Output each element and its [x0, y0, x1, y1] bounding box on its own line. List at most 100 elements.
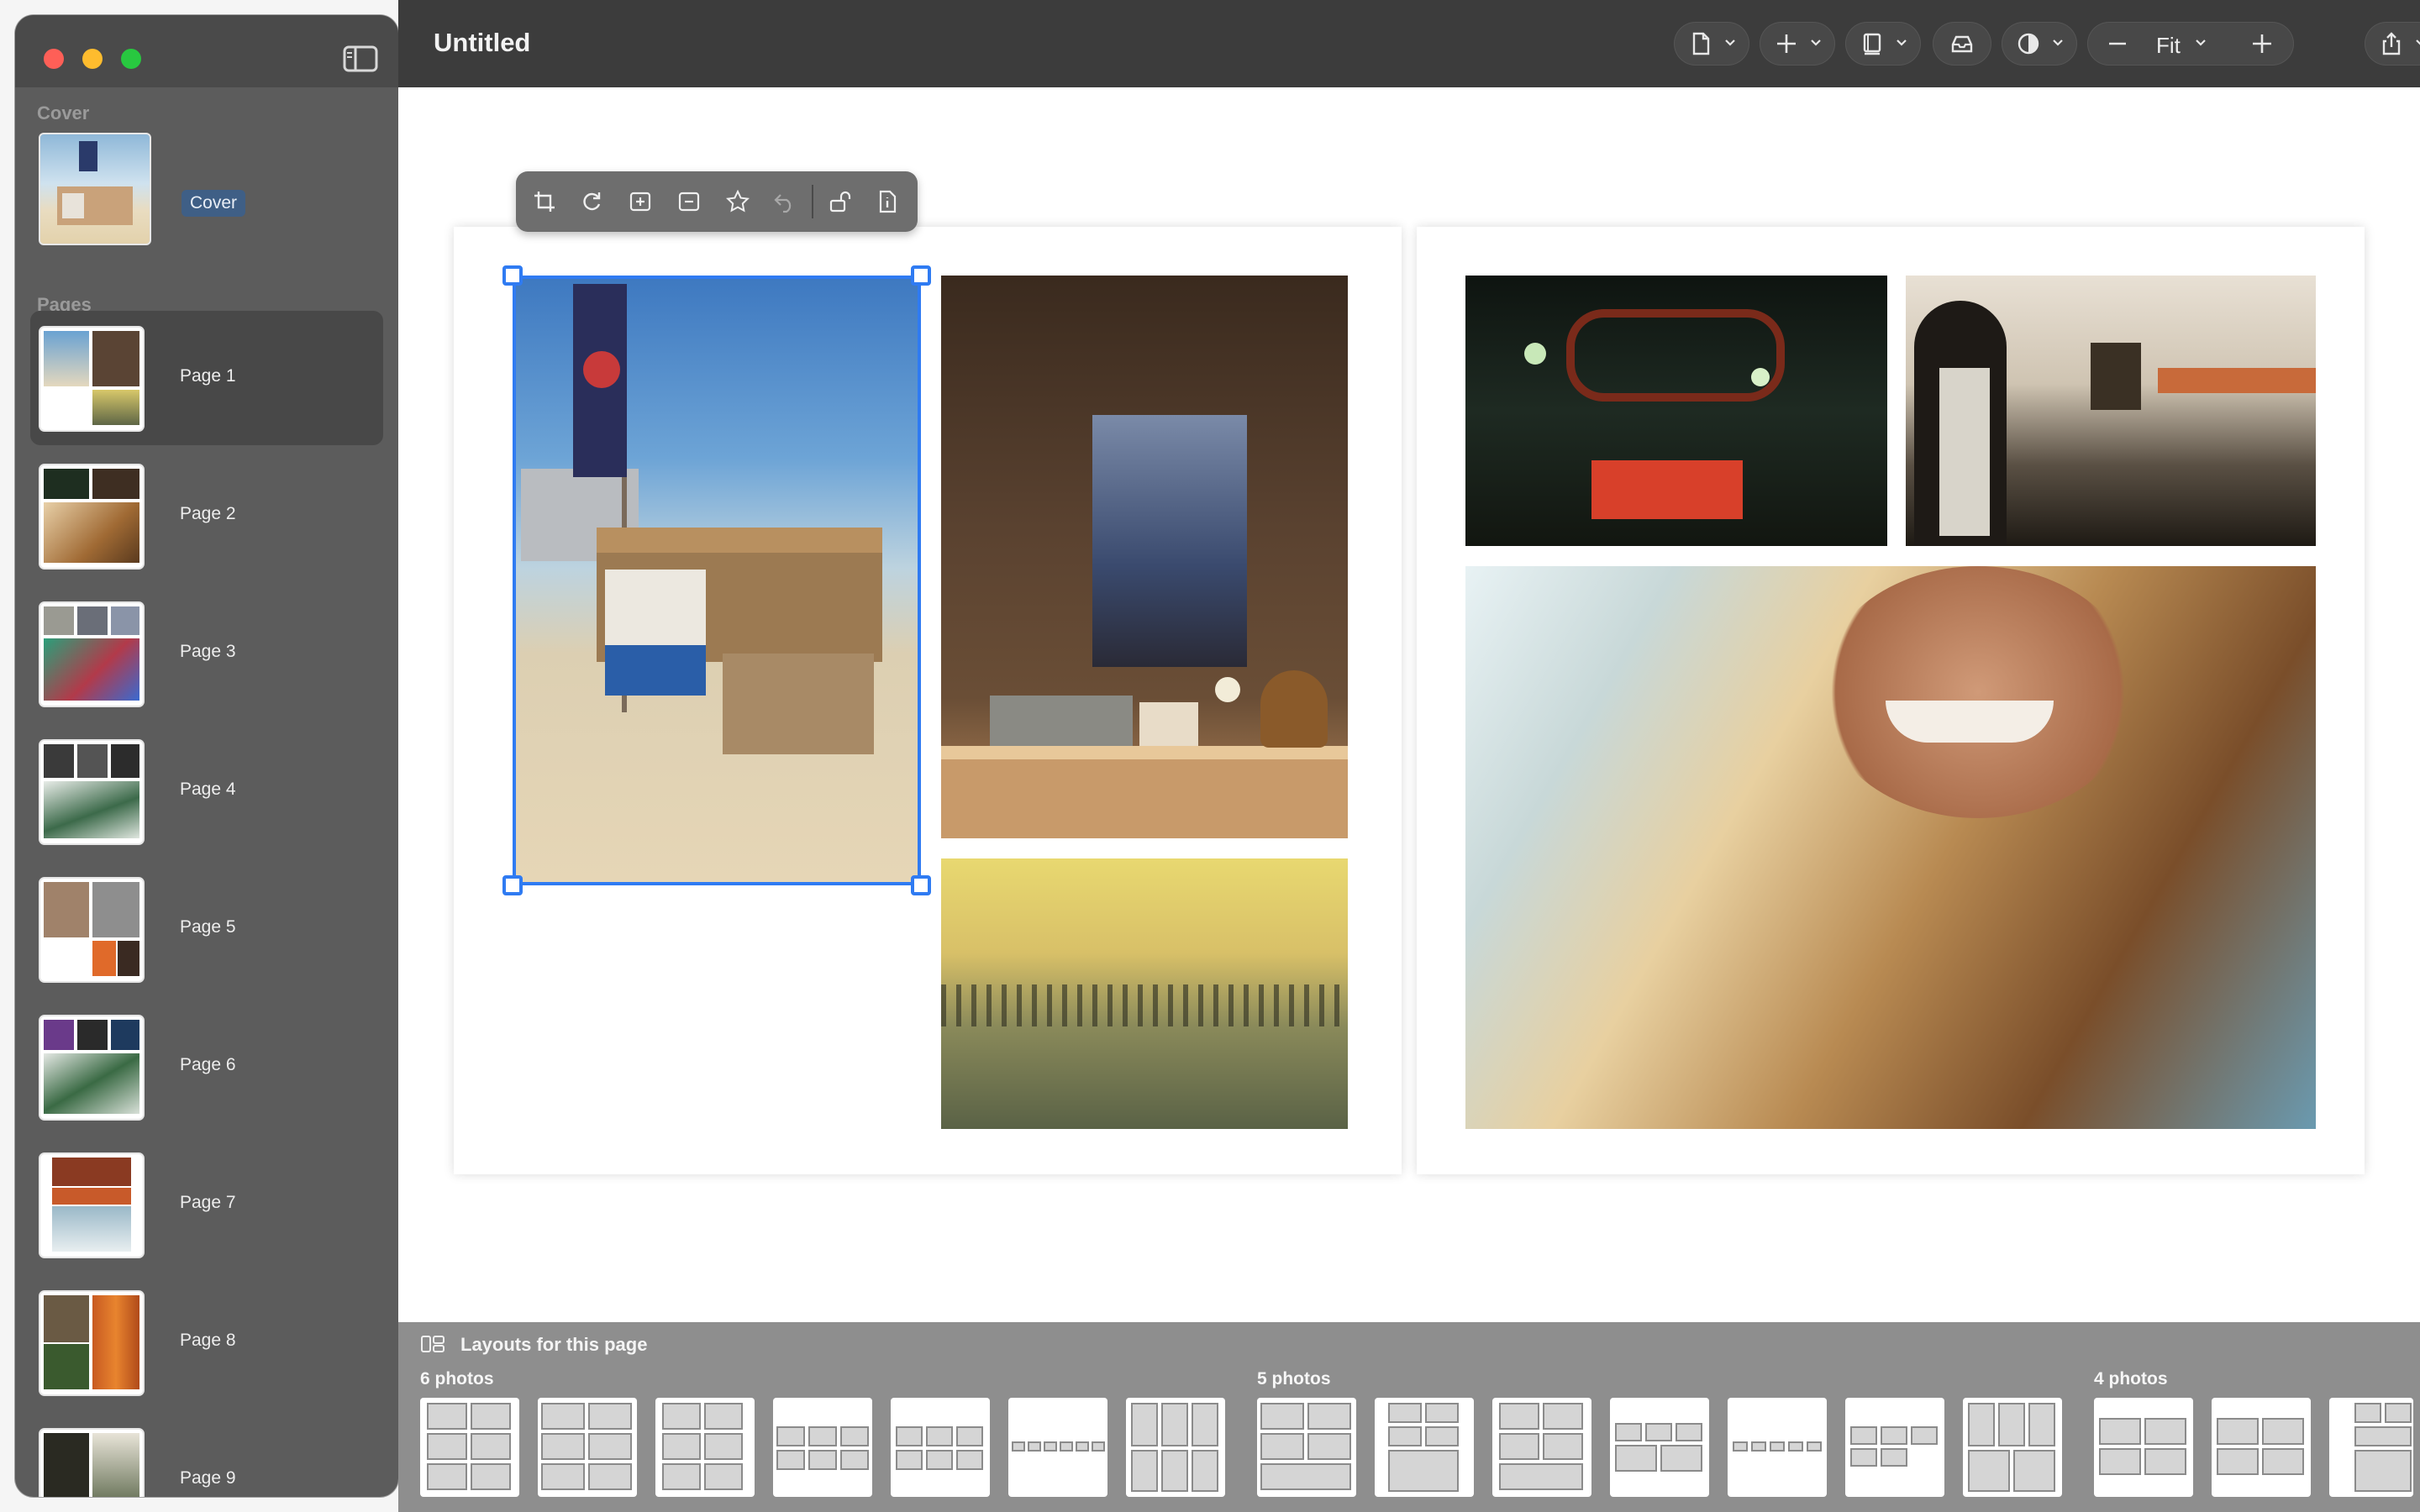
zoom-in-button[interactable]	[2250, 32, 2274, 55]
layout-option[interactable]	[2212, 1398, 2311, 1497]
layout-option[interactable]	[1126, 1398, 1225, 1497]
layout-option[interactable]	[538, 1398, 637, 1497]
add-menu-button[interactable]	[1760, 22, 1835, 66]
page-thumbnail	[39, 1152, 145, 1258]
layout-option[interactable]	[1610, 1398, 1709, 1497]
page-label: Page 3	[180, 642, 236, 661]
photo-wheat-field[interactable]	[941, 858, 1348, 1129]
chevron-down-icon[interactable]	[2195, 39, 2207, 47]
page-label: Page 8	[180, 1331, 236, 1350]
zoom-window-button[interactable]	[121, 49, 141, 69]
layout-option[interactable]	[655, 1398, 755, 1497]
spread-left-page[interactable]	[454, 171, 1402, 1174]
app-window: Cover Cover Pages Page 1 Page 2 Page 3 P…	[0, 0, 2420, 1512]
page-thumbnail	[39, 739, 145, 845]
page-thumbnail	[39, 1428, 145, 1497]
sidebar-toggle-icon[interactable]	[343, 45, 378, 72]
zoom-out-button[interactable]	[2106, 32, 2129, 55]
spread-right-page[interactable]	[1417, 227, 2365, 1174]
cover-label[interactable]: Cover	[182, 190, 246, 217]
layout-option[interactable]	[1728, 1398, 1827, 1497]
photo-room-poster[interactable]	[941, 276, 1348, 838]
cover-section-label: Cover	[37, 102, 90, 123]
page-label: Page 1	[180, 366, 236, 386]
sidebar-item-page-7[interactable]: Page 7	[30, 1137, 383, 1272]
toolbar-divider	[812, 185, 813, 218]
cover-thumbnail[interactable]	[39, 133, 151, 245]
sidebar-item-page-1[interactable]: Page 1	[30, 311, 383, 445]
sidebar-titlebar	[15, 15, 398, 87]
resize-handle-bottom-right[interactable]	[911, 875, 931, 895]
layout-group-label: 5 photos	[1257, 1369, 1331, 1389]
undo-icon[interactable]	[773, 190, 797, 213]
photo-windswept-hair-portrait[interactable]	[1465, 566, 2316, 1129]
page-canvas	[398, 87, 2420, 1322]
close-window-button[interactable]	[44, 49, 64, 69]
layout-option[interactable]	[773, 1398, 872, 1497]
resize-handle-top-left[interactable]	[502, 265, 523, 286]
sidebar-item-page-2[interactable]: Page 2	[30, 449, 383, 583]
layout-group-label: 4 photos	[2094, 1369, 2168, 1389]
layouts-panel: Layouts for this page 6 photos 5 photos …	[398, 1322, 2420, 1512]
photo-restaurant-facade[interactable]	[1906, 276, 2316, 546]
layout-option[interactable]	[1845, 1398, 1944, 1497]
chevron-down-icon	[1725, 39, 1735, 46]
appearance-menu-button[interactable]	[2002, 22, 2077, 66]
zoom-in-icon[interactable]	[629, 190, 652, 213]
layout-option[interactable]	[1257, 1398, 1356, 1497]
document-menu-button[interactable]	[1674, 22, 1749, 66]
page-label: Page 9	[180, 1468, 236, 1488]
layouts-panel-title: Layouts for this page	[460, 1334, 648, 1355]
chevron-down-icon	[1897, 39, 1907, 46]
unlock-icon[interactable]	[829, 190, 852, 213]
book-icon	[1863, 33, 1881, 55]
page-label: Page 7	[180, 1193, 236, 1212]
layout-option[interactable]	[1375, 1398, 1474, 1497]
chevron-down-icon	[1811, 39, 1821, 46]
layout-option[interactable]	[2094, 1398, 2193, 1497]
layout-option[interactable]	[1492, 1398, 1591, 1497]
layout-option[interactable]	[420, 1398, 519, 1497]
layout-option[interactable]	[1008, 1398, 1107, 1497]
sidebar-item-page-8[interactable]: Page 8	[30, 1275, 383, 1410]
resize-handle-top-right[interactable]	[911, 265, 931, 286]
book-menu-button[interactable]	[1845, 22, 1921, 66]
tray-button[interactable]	[1933, 22, 1991, 66]
crop-icon[interactable]	[533, 190, 556, 213]
cover-thumb-flag	[79, 141, 97, 171]
zoom-level-label[interactable]: Fit	[2156, 33, 2181, 59]
cover-thumb-sign	[62, 193, 84, 218]
add-icon	[1777, 34, 1796, 53]
photo-night-bar[interactable]	[1465, 276, 1887, 546]
sidebar-item-page-9[interactable]: Page 9	[30, 1413, 383, 1497]
star-icon[interactable]	[726, 190, 750, 213]
page-label: Page 5	[180, 917, 236, 937]
share-menu-button[interactable]	[2365, 22, 2420, 66]
share-icon	[2382, 32, 2401, 55]
info-icon[interactable]	[876, 190, 899, 213]
zoom-control: Fit	[2087, 22, 2294, 66]
sidebar-item-page-3[interactable]: Page 3	[30, 586, 383, 721]
minimize-window-button[interactable]	[82, 49, 103, 69]
page-thumbnail	[39, 877, 145, 983]
sidebar-item-page-4[interactable]: Page 4	[30, 724, 383, 858]
layout-group-label: 6 photos	[420, 1369, 494, 1389]
page-thumbnail	[39, 1015, 145, 1121]
document-icon	[1692, 32, 1710, 55]
rotate-icon[interactable]	[580, 190, 603, 213]
resize-handle-bottom-left[interactable]	[502, 875, 523, 895]
sidebar-item-page-5[interactable]: Page 5	[30, 862, 383, 996]
photo-selection-frame	[513, 276, 921, 885]
page-label: Page 4	[180, 780, 236, 799]
sidebar-item-page-6[interactable]: Page 6	[30, 1000, 383, 1134]
layout-option[interactable]	[1963, 1398, 2062, 1497]
document-title: Untitled	[434, 28, 531, 57]
chevron-down-icon	[2416, 39, 2420, 45]
layout-option[interactable]	[2329, 1398, 2413, 1497]
page-label: Page 2	[180, 504, 236, 523]
zoom-out-icon[interactable]	[677, 190, 701, 213]
layout-option[interactable]	[891, 1398, 990, 1497]
page-label: Page 6	[180, 1055, 236, 1074]
page-thumbnail	[39, 1290, 145, 1396]
page-thumbnail	[39, 464, 145, 570]
